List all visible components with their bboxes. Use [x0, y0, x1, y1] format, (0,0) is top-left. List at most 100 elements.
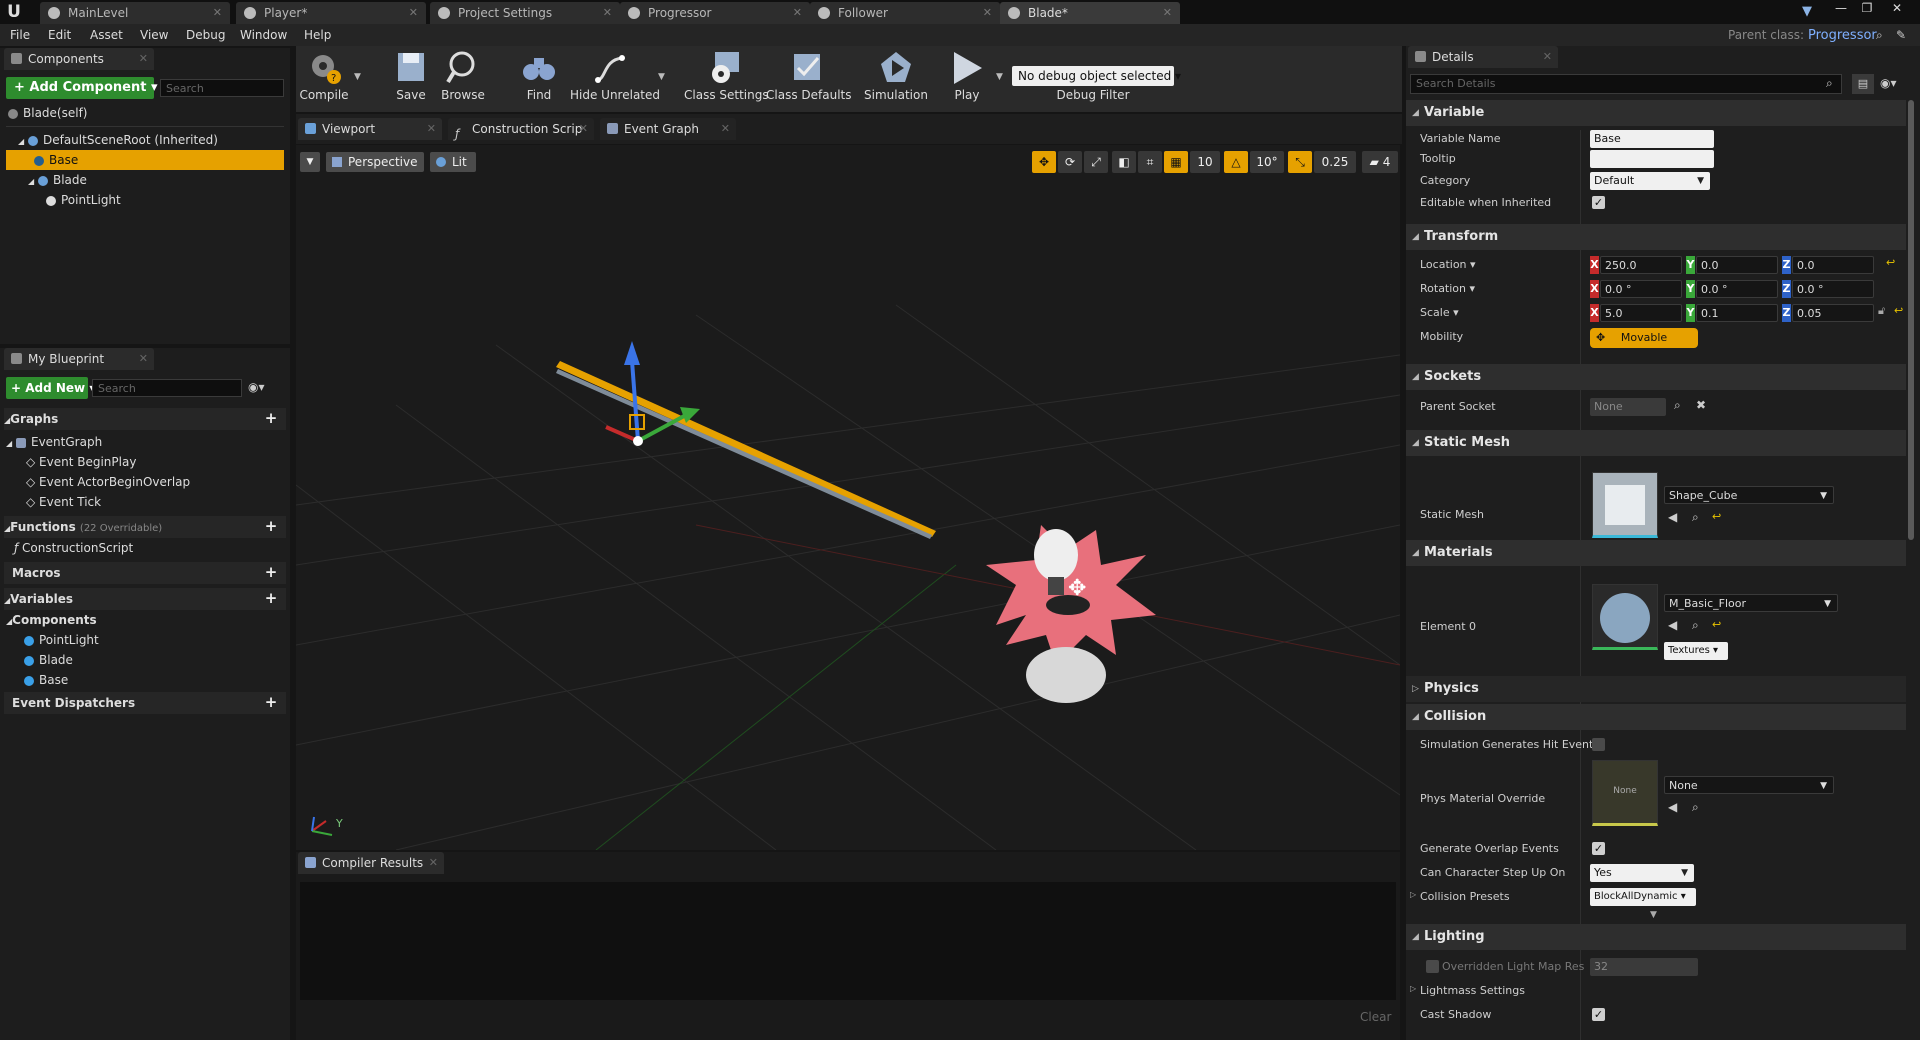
close-icon[interactable]: ✕	[427, 118, 436, 140]
browse-socket-icon[interactable]: ⌕	[1674, 398, 1681, 413]
collision-presets-select[interactable]: BlockAllDynamic ▾	[1590, 888, 1696, 906]
section-variables[interactable]: ◢Variables +	[4, 588, 286, 610]
viewport[interactable]: ✥ Y ▼ Perspective Lit ✥ ⟳ ⤢ ◧ ⌗ ▦ 10 △ 1…	[296, 145, 1400, 850]
lit-button[interactable]: Lit	[430, 152, 476, 172]
close-icon[interactable]: ✕	[1163, 2, 1172, 24]
save-button[interactable]: Save	[390, 50, 432, 108]
reset-scale-icon[interactable]: ↩	[1894, 304, 1903, 317]
self-row[interactable]: Blade(self)	[8, 103, 284, 123]
visibility-icon[interactable]: ◉▾	[248, 380, 265, 394]
add-component-button[interactable]: + Add Component ▾	[6, 77, 157, 99]
tooltip-input[interactable]	[1590, 150, 1714, 168]
variable-name-input[interactable]: Base	[1590, 130, 1714, 148]
section-transform[interactable]: ◢ Transform	[1406, 224, 1906, 250]
add-graph-icon[interactable]: +	[264, 411, 278, 426]
phys-material-thumbnail[interactable]: None	[1592, 760, 1658, 826]
doc-tab-project-settings[interactable]: Project Settings ✕	[430, 2, 620, 24]
use-selected-arrow-icon[interactable]: ◀	[1668, 510, 1677, 524]
add-dispatcher-icon[interactable]: +	[264, 695, 278, 710]
hide-unrelated-button[interactable]: Hide Unrelated	[570, 50, 660, 108]
doc-tab-mainlevel[interactable]: MainLevel ✕	[40, 2, 230, 24]
graph-eventgraph[interactable]: ◢ EventGraph	[6, 432, 286, 452]
section-event-dispatchers[interactable]: Event Dispatchers +	[4, 692, 286, 714]
lightmap-override-checkbox[interactable]	[1426, 960, 1439, 973]
close-icon[interactable]: ✕	[603, 2, 612, 24]
play-button[interactable]: Play	[942, 50, 992, 108]
tree-row-base[interactable]: Base	[6, 150, 284, 170]
close-icon[interactable]: ✕	[139, 348, 148, 370]
close-icon[interactable]: ✕	[409, 2, 418, 24]
tab-details[interactable]: Details ✕	[1408, 46, 1558, 68]
blueprint-search-input[interactable]: Search	[92, 379, 242, 397]
tab-event-graph[interactable]: Event Graph ✕	[600, 118, 736, 140]
function-constructionscript[interactable]: ƒ ConstructionScript	[14, 538, 286, 558]
scale-x-input[interactable]: 5.0	[1600, 304, 1682, 322]
close-window-icon[interactable]: ✕	[1886, 0, 1908, 18]
static-mesh-select[interactable]: Shape_Cube ▼	[1664, 486, 1834, 504]
use-selected-arrow-icon[interactable]: ◀	[1668, 800, 1677, 814]
reset-material-icon[interactable]: ↩	[1712, 618, 1721, 631]
close-icon[interactable]: ✕	[429, 852, 438, 874]
static-mesh-thumbnail[interactable]	[1592, 472, 1658, 538]
tab-viewport[interactable]: Viewport ✕	[298, 118, 442, 140]
event-actorbeginoverlap[interactable]: ◇ Event ActorBeginOverlap	[26, 472, 286, 492]
restore-icon[interactable]: ❐	[1856, 0, 1878, 18]
tab-compiler-results[interactable]: Compiler Results ✕	[298, 852, 444, 874]
event-tick[interactable]: ◇ Event Tick	[26, 492, 286, 512]
feedback-icon[interactable]: ▼	[1802, 4, 1820, 20]
debug-object-select[interactable]: No debug object selected ▾	[1012, 66, 1181, 86]
surface-snap-icon[interactable]: ⌗	[1138, 151, 1162, 173]
grid-snap-icon[interactable]: ▦	[1164, 151, 1188, 173]
parent-socket-input[interactable]: None	[1590, 398, 1666, 416]
doc-tab-blade[interactable]: Blade* ✕	[1000, 2, 1180, 24]
tab-my-blueprint[interactable]: My Blueprint ✕	[4, 348, 154, 370]
overlap-events-checkbox[interactable]: ✓	[1592, 842, 1605, 855]
scale-tool-icon[interactable]: ⤢	[1084, 151, 1108, 173]
details-search-input[interactable]: Search Details	[1410, 74, 1842, 94]
close-icon[interactable]: ✕	[1543, 46, 1552, 68]
material-thumbnail[interactable]	[1592, 584, 1658, 650]
location-z-input[interactable]: 0.0	[1792, 256, 1874, 274]
find-button[interactable]: Find	[518, 50, 560, 108]
doc-tab-player[interactable]: Player* ✕	[236, 2, 426, 24]
class-defaults-button[interactable]: Class Defaults	[766, 50, 851, 108]
rotation-x-input[interactable]: 0.0 °	[1600, 280, 1682, 298]
minimize-icon[interactable]: —	[1830, 0, 1852, 18]
close-icon[interactable]: ✕	[139, 48, 148, 70]
variable-base[interactable]: Base	[24, 670, 286, 690]
lightmass-settings-label[interactable]: ▷ Lightmass Settings	[1410, 984, 1525, 997]
hide-unrelated-options-chevron-icon[interactable]: ▼	[658, 72, 665, 82]
grid-snap-value[interactable]: 10	[1190, 151, 1220, 173]
doc-tab-follower[interactable]: Follower ✕	[810, 2, 1000, 24]
reset-location-icon[interactable]: ↩	[1886, 256, 1895, 269]
variable-pointlight[interactable]: PointLight	[24, 630, 286, 650]
section-lighting[interactable]: ◢ Lighting	[1406, 924, 1906, 950]
step-up-select[interactable]: Yes ▼	[1590, 864, 1694, 882]
lightmap-res-input[interactable]: 32	[1590, 958, 1698, 976]
tree-row-pointlight[interactable]: PointLight	[46, 190, 284, 210]
rotation-label[interactable]: Rotation ▾	[1420, 282, 1475, 295]
menu-window[interactable]: Window	[232, 24, 295, 46]
scale-label[interactable]: Scale ▾	[1420, 306, 1459, 319]
parent-class-link[interactable]: Progressor	[1808, 28, 1877, 43]
doc-tab-progressor[interactable]: Progressor ✕	[620, 2, 810, 24]
viewport-scene[interactable]: ✥ Y	[296, 145, 1400, 850]
rotate-tool-icon[interactable]: ⟳	[1058, 151, 1082, 173]
tree-row-blade[interactable]: ◢ Blade	[28, 170, 284, 190]
close-icon[interactable]: ✕	[213, 2, 222, 24]
coordinate-space-icon[interactable]: ◧	[1112, 151, 1136, 173]
section-graphs[interactable]: ◢Graphs +	[4, 408, 286, 430]
compile-button[interactable]: ? Compile	[298, 50, 350, 108]
property-matrix-icon[interactable]: ▤	[1852, 74, 1874, 94]
section-collision[interactable]: ◢ Collision	[1406, 704, 1906, 730]
simulation-button[interactable]: Simulation	[862, 50, 930, 108]
search-icon[interactable]: ⌕	[1876, 28, 1883, 43]
section-functions[interactable]: ◢Functions (22 Overridable) +	[4, 516, 286, 538]
add-function-icon[interactable]: +	[264, 519, 278, 534]
expand-advanced-icon[interactable]: ▼	[1650, 910, 1657, 920]
translate-tool-icon[interactable]: ✥	[1032, 151, 1056, 173]
perspective-button[interactable]: Perspective	[326, 152, 424, 172]
phys-material-select[interactable]: None ▼	[1664, 776, 1834, 794]
menu-debug[interactable]: Debug	[178, 24, 233, 46]
add-macro-icon[interactable]: +	[264, 565, 278, 580]
